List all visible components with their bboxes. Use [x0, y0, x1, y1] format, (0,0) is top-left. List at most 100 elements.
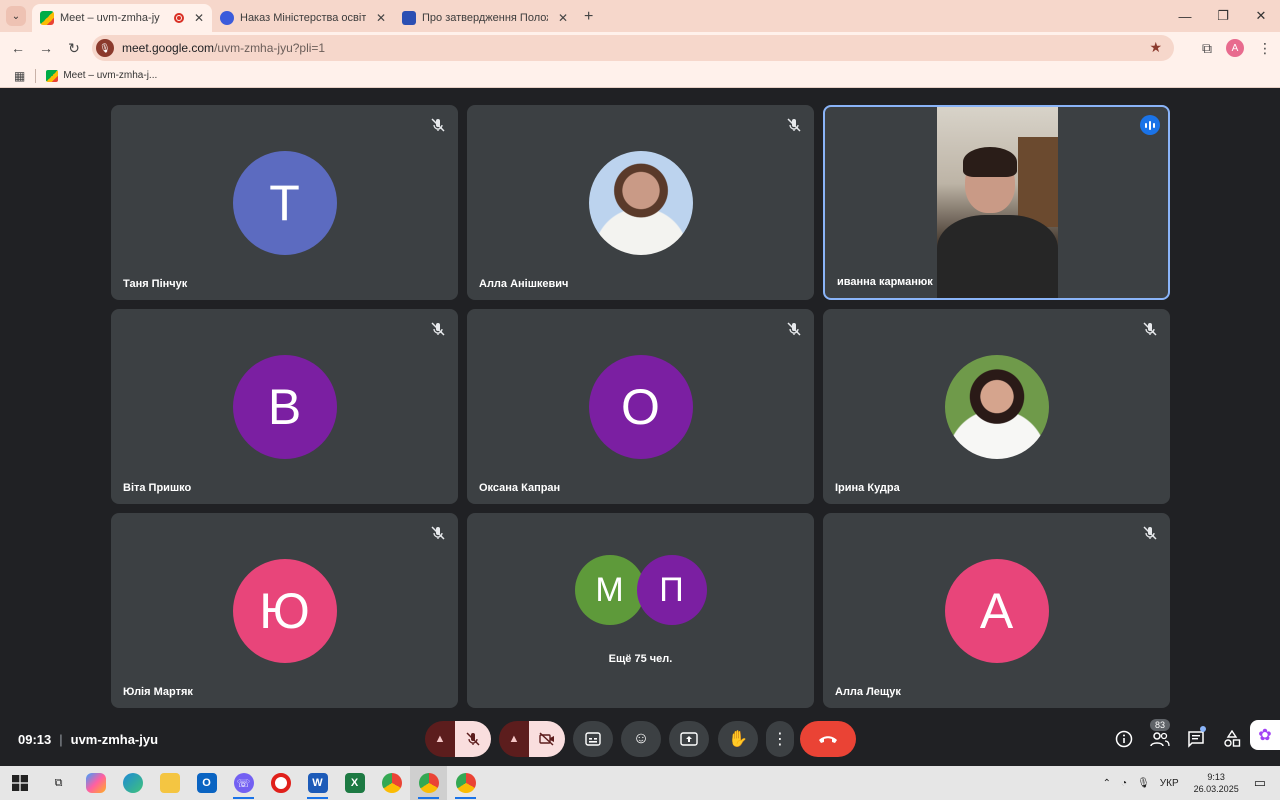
audio-options-chevron-icon[interactable]: ▲	[425, 721, 455, 757]
url-path: /uvm-zmha-jyu?pli=1	[214, 41, 326, 55]
more-participants-label: Ещё 75 чел.	[608, 653, 673, 665]
address-bar[interactable]: 🎙 meet.google.com/uvm-zmha-jyu?pli=1 ★	[92, 35, 1174, 61]
close-window-icon[interactable]: ✕	[1242, 0, 1280, 32]
edge-button[interactable]	[114, 766, 151, 800]
present-button[interactable]	[669, 721, 709, 757]
mic-in-use-icon[interactable]: 🎙	[96, 39, 114, 57]
chrome-profile-button[interactable]	[447, 766, 484, 800]
microphone-tray-icon[interactable]: 🎙	[1137, 778, 1150, 789]
tab-nakaz[interactable]: Наказ Міністерства освіти і на ✕	[212, 4, 394, 32]
video-options-chevron-icon[interactable]: ▲	[499, 721, 529, 757]
notifications-icon[interactable]: ▭	[1254, 775, 1266, 791]
start-button[interactable]	[0, 775, 40, 791]
meeting-grid: Т Таня Пінчук Алла Анішкевич иванна карм…	[0, 92, 1280, 766]
extensions-icon[interactable]: ⧉	[1202, 40, 1212, 57]
gemini-brain-icon: ✿	[1258, 727, 1272, 744]
participant-name: Оксана Капран	[479, 482, 561, 494]
back-icon[interactable]: ←	[4, 40, 32, 56]
video-person-hair	[963, 147, 1017, 177]
chrome-profile-icon	[418, 773, 439, 793]
tab-title: Наказ Міністерства освіти і на	[240, 12, 366, 24]
participant-tile[interactable]: Ірина Кудра	[823, 309, 1170, 504]
new-tab-button[interactable]: +	[584, 8, 593, 26]
restore-icon[interactable]: ❐	[1204, 0, 1242, 32]
close-tab-icon[interactable]: ✕	[558, 11, 568, 25]
task-view-button[interactable]: ⧉	[40, 766, 77, 800]
participant-tile[interactable]: Ю Юлія Мартяк	[111, 513, 458, 708]
tab-polozhennya[interactable]: Про затвердження Положен ✕	[394, 4, 576, 32]
more-participants-tile[interactable]: М П Ещё 75 чел.	[467, 513, 814, 708]
viber-icon: ☏	[233, 773, 254, 793]
gemini-button[interactable]: ✿	[1250, 720, 1280, 750]
captions-button[interactable]	[573, 721, 613, 757]
apps-grid-icon[interactable]: ▦	[14, 69, 25, 83]
tab-search-button[interactable]: ⌄	[6, 6, 26, 26]
toolbar-actions: ⧉ A ⋮	[1202, 32, 1272, 64]
file-explorer-button[interactable]	[151, 766, 188, 800]
profile-avatar[interactable]: A	[1226, 39, 1244, 57]
outlook-icon: O	[196, 773, 217, 793]
forward-icon[interactable]: →	[32, 40, 60, 56]
url-text: meet.google.com/uvm-zmha-jyu?pli=1	[122, 41, 325, 55]
participant-tile[interactable]: В Віта Пришко	[111, 309, 458, 504]
meeting-clock: 09:13 | uvm-zmha-jyu	[18, 732, 158, 747]
tab-meet[interactable]: Meet – uvm-zmha-jyu ✕	[32, 4, 212, 32]
participant-tile[interactable]: Алла Анішкевич	[467, 105, 814, 300]
system-tray: ⌃ ◔ 🎙 УКР 9:13 26.03.2025 ▭	[1098, 766, 1280, 800]
participant-photo	[588, 151, 693, 255]
clock-date[interactable]: 9:13 26.03.2025	[1194, 771, 1239, 795]
doc-favicon-icon	[220, 11, 234, 25]
more-options-button[interactable]: ⋮	[766, 721, 794, 757]
chat-button[interactable]	[1178, 726, 1214, 748]
video-background-shelf	[1018, 137, 1058, 227]
meet-favicon-icon	[46, 69, 59, 82]
participant-avatar: П	[636, 555, 707, 625]
language-indicator[interactable]: УКР	[1160, 778, 1179, 789]
participant-avatar: В	[232, 355, 337, 459]
chrome-profile-active-button[interactable]	[410, 766, 447, 800]
bookmarks-bar: ▦ Meet – uvm-zmha-j...	[0, 64, 1280, 88]
participant-name: иванна карманюк	[837, 276, 933, 288]
close-tab-icon[interactable]: ✕	[376, 11, 386, 25]
excel-button[interactable]: X	[336, 766, 373, 800]
meeting-details-button[interactable]	[1106, 730, 1142, 748]
opera-button[interactable]	[262, 766, 299, 800]
leave-call-button[interactable]	[800, 721, 856, 757]
camera-toggle-button[interactable]	[529, 721, 565, 757]
participant-tile[interactable]: Т Таня Пінчук	[111, 105, 458, 300]
more-vert-icon: ⋮	[772, 731, 788, 748]
viber-button[interactable]: ☏	[225, 766, 262, 800]
bookmark-star-icon[interactable]: ★	[1149, 39, 1162, 56]
browser-menu-icon[interactable]: ⋮	[1258, 40, 1272, 57]
participant-avatar: А	[944, 559, 1049, 663]
task-view-icon: ⧉	[54, 776, 63, 789]
copilot-button[interactable]	[77, 766, 114, 800]
url-host: meet.google.com	[122, 41, 215, 55]
more-participants-avatars: М П	[574, 555, 707, 625]
chrome-button[interactable]	[373, 766, 410, 800]
tab-title: Meet – uvm-zmha-jyu	[60, 12, 161, 24]
people-icon	[1150, 732, 1170, 747]
participant-tile[interactable]: О Оксана Капран	[467, 309, 814, 504]
close-tab-icon[interactable]: ✕	[194, 11, 204, 25]
reactions-button[interactable]: ☺	[621, 721, 661, 757]
minimize-icon[interactable]: —	[1166, 0, 1204, 32]
mic-off-icon	[431, 526, 445, 540]
reload-icon[interactable]: ↻	[60, 40, 88, 57]
mic-toggle-button[interactable]	[455, 721, 491, 757]
participant-name: Алла Анішкевич	[479, 278, 569, 290]
outlook-button[interactable]: O	[188, 766, 225, 800]
participant-tile-active-speaker[interactable]: иванна карманюк	[823, 105, 1170, 300]
people-button[interactable]: 83	[1142, 719, 1178, 747]
wifi-icon[interactable]: ◔	[1121, 778, 1127, 789]
participant-name: Таня Пінчук	[123, 278, 188, 290]
word-button[interactable]: W	[299, 766, 336, 800]
activities-button[interactable]	[1214, 730, 1250, 748]
participant-tile[interactable]: А Алла Лещук	[823, 513, 1170, 708]
show-hidden-icons-chevron-icon[interactable]: ⌃	[1103, 778, 1111, 789]
mic-off-icon	[1143, 322, 1157, 336]
participant-avatar: Т	[232, 151, 337, 255]
bookmark-meet[interactable]: Meet – uvm-zmha-j...	[46, 69, 157, 82]
participant-video	[937, 107, 1058, 298]
raise-hand-button[interactable]: ✋	[718, 721, 758, 757]
